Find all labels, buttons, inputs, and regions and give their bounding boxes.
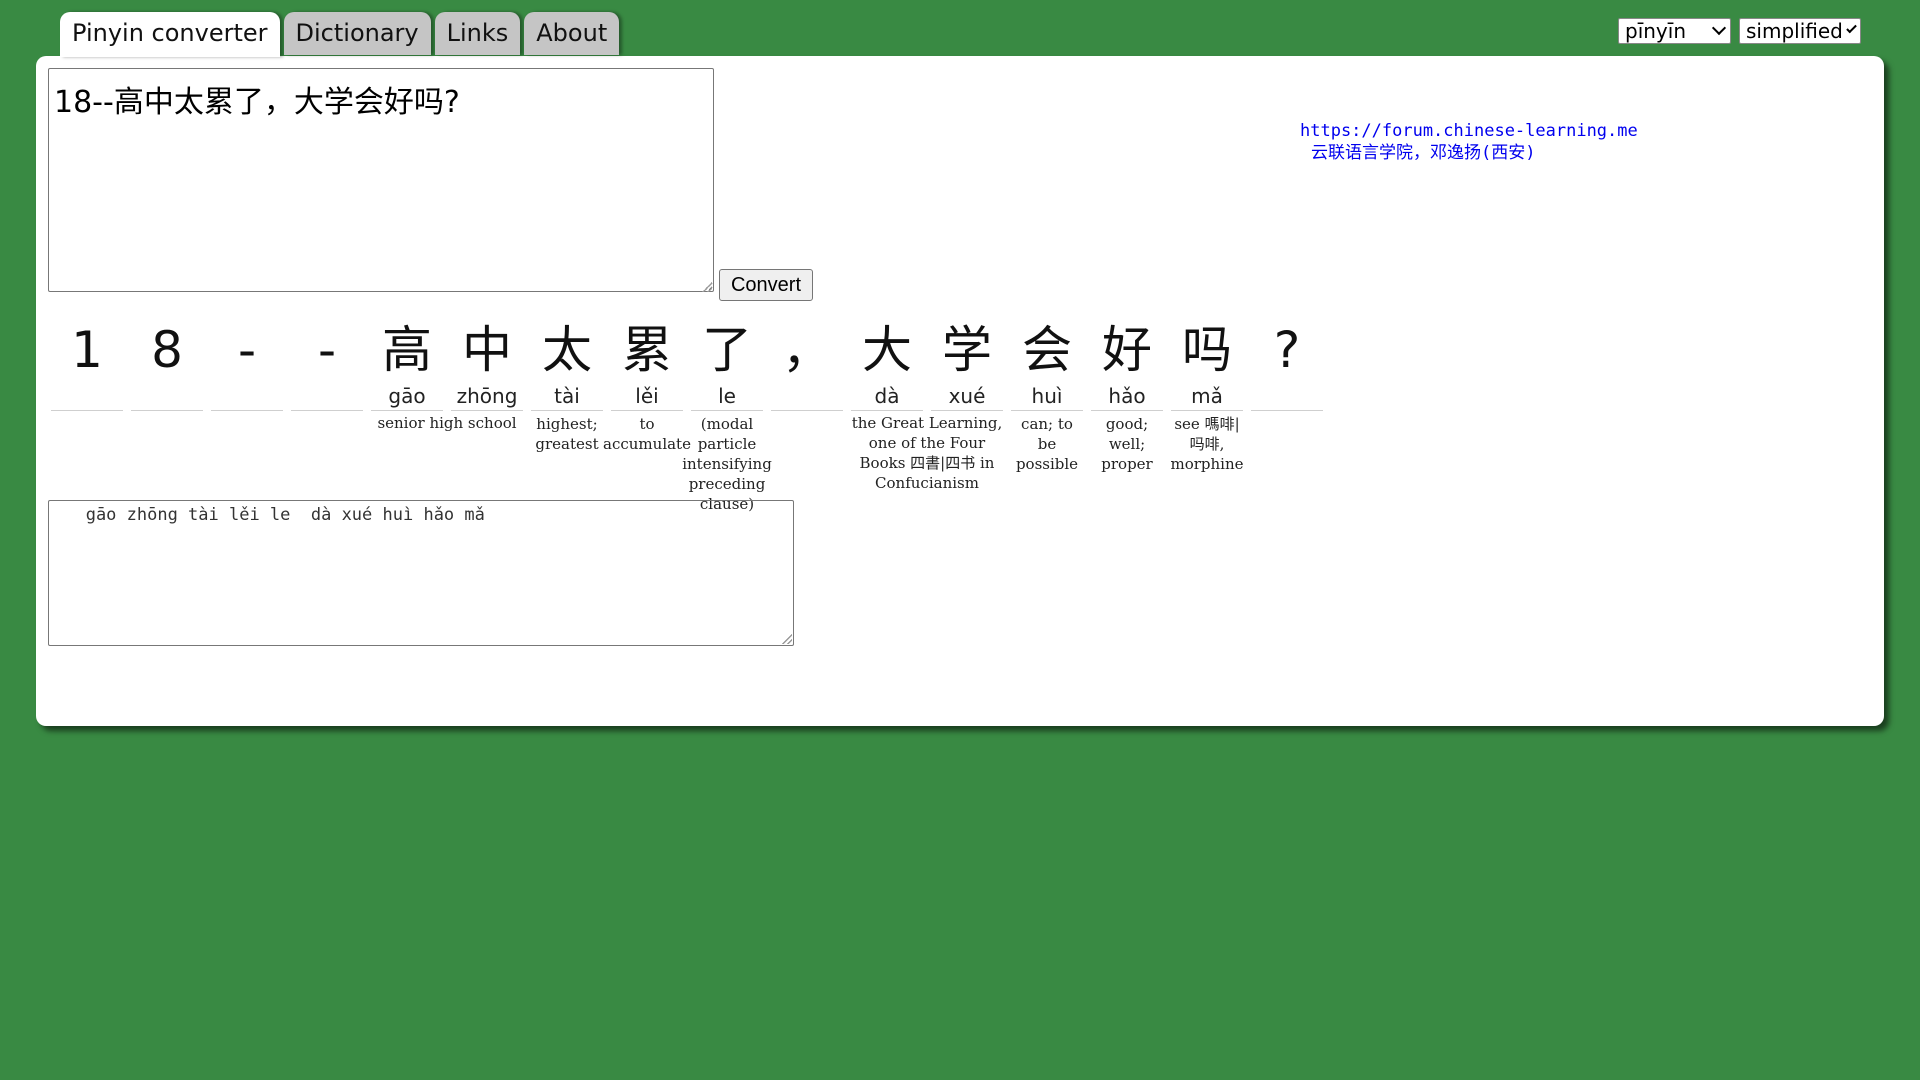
script-select-value: simplified xyxy=(1746,19,1843,43)
char-pinyin: hǎo xyxy=(1108,384,1146,408)
chinese-text-input[interactable]: 18--高中太累了，大学会好吗? xyxy=(48,68,714,292)
char-divider xyxy=(851,410,923,411)
char-hanzi: 大 xyxy=(862,321,912,379)
chevron-down-icon xyxy=(1711,20,1727,36)
char-pinyin: mǎ xyxy=(1191,384,1223,408)
page: Pinyin converter Dictionary Links About … xyxy=(0,0,1920,1080)
char-pinyin: xué xyxy=(948,384,986,408)
char-hanzi: 8 xyxy=(151,321,183,379)
char-pinyin: lěi xyxy=(635,384,659,408)
char-cell[interactable]: 高 gāo senior high school xyxy=(371,318,517,514)
tab-dictionary[interactable]: Dictionary xyxy=(283,12,431,55)
char-hanzi: 中 xyxy=(462,321,512,379)
char-cell: ? xyxy=(1251,318,1323,514)
char-cell[interactable]: 会 huì can; to be possible xyxy=(1011,318,1083,514)
char-pinyin: gāo xyxy=(388,384,426,408)
char-divider xyxy=(51,410,123,411)
char-cell[interactable]: 了 le (modal particle intensifying preced… xyxy=(682,318,772,514)
char-hanzi: 吗 xyxy=(1182,321,1232,379)
char-pinyin: zhōng xyxy=(456,384,518,408)
char-pinyin: huì xyxy=(1031,384,1063,408)
char-cell[interactable]: 吗 mǎ see 嗎啡|吗啡, morphine xyxy=(1170,318,1244,514)
char-hanzi: - xyxy=(237,321,257,379)
char-cell: 8 xyxy=(131,318,203,514)
tab-pinyin-converter[interactable]: Pinyin converter xyxy=(60,12,280,57)
forum-link[interactable]: https://forum.chinese-learning.me xyxy=(1300,121,1638,141)
char-divider xyxy=(611,410,683,411)
converter-panel: 18--高中太累了，大学会好吗? Convert https://forum.c… xyxy=(36,56,1884,726)
char-divider xyxy=(771,410,843,411)
char-divider xyxy=(1091,410,1163,411)
char-hanzi: 了 xyxy=(702,321,752,379)
char-cell[interactable]: 好 hǎo good; well; proper xyxy=(1091,318,1163,514)
char-hanzi: - xyxy=(317,321,337,379)
char-divider xyxy=(931,410,1003,411)
resize-grip-icon[interactable] xyxy=(702,282,712,292)
tab-about[interactable]: About xyxy=(524,12,620,55)
display-options: pīnyīn simplified xyxy=(1618,18,1861,44)
char-cell: ， xyxy=(771,318,843,514)
char-cell: 1 xyxy=(51,318,123,514)
character-grid: 1 8 - - 高 gāo senior high school 中 zhōng… xyxy=(51,318,1323,514)
char-hanzi: 学 xyxy=(942,321,992,379)
definition-ma: see 嗎啡|吗啡, morphine xyxy=(1170,415,1244,473)
credit-block: https://forum.chinese-learning.me 云联语言学院… xyxy=(1300,120,1638,164)
definition-daxue: the Great Learning, one of the Four Book… xyxy=(851,414,1003,492)
definition-hui: can; to be possible xyxy=(1015,415,1079,473)
char-hanzi: ， xyxy=(782,321,832,379)
char-cell[interactable]: 大 dà the Great Learning, one of the Four… xyxy=(851,318,1002,514)
char-hanzi: 会 xyxy=(1022,321,1072,379)
char-cell[interactable]: 累 lěi to accumulate xyxy=(603,318,691,514)
char-divider xyxy=(211,410,283,411)
credit-text: 云联语言学院，邓逸扬(西安) xyxy=(1311,143,1536,163)
char-cell[interactable]: 太 tài highest; greatest xyxy=(531,318,603,514)
char-hanzi: 太 xyxy=(542,321,592,379)
convert-button[interactable]: Convert xyxy=(719,269,813,301)
pinyin-output[interactable]: gāo zhōng tài lěi le dà xué huì hǎo mǎ xyxy=(48,500,794,646)
char-divider xyxy=(1011,410,1083,411)
char-divider xyxy=(291,410,363,411)
definition-gaozhong: senior high school xyxy=(377,414,517,432)
char-pinyin: le xyxy=(718,384,736,408)
char-cell: - xyxy=(291,318,363,514)
char-hanzi: 1 xyxy=(71,321,103,379)
romanization-select[interactable]: pīnyīn xyxy=(1618,18,1731,44)
char-hanzi: 累 xyxy=(622,321,672,379)
char-divider xyxy=(1251,410,1323,411)
resize-grip-icon[interactable] xyxy=(782,634,792,644)
char-hanzi: 好 xyxy=(1102,321,1152,379)
char-cell: - xyxy=(211,318,283,514)
definition-tai: highest; greatest xyxy=(535,415,599,453)
char-hanzi: ? xyxy=(1273,321,1301,379)
definition-lei: to accumulate xyxy=(603,415,691,453)
definition-le: (modal particle intensifying preceding c… xyxy=(682,415,772,513)
char-divider xyxy=(131,410,203,411)
char-hanzi: 高 xyxy=(382,321,432,379)
char-pinyin: tài xyxy=(554,384,580,408)
romanization-select-value: pīnyīn xyxy=(1625,19,1686,43)
char-divider xyxy=(1171,410,1243,411)
script-select[interactable]: simplified xyxy=(1739,18,1861,44)
char-divider xyxy=(451,410,523,411)
chevron-down-icon xyxy=(1846,22,1857,34)
tab-bar: Pinyin converter Dictionary Links About xyxy=(60,12,620,57)
tab-links[interactable]: Links xyxy=(434,12,521,55)
char-divider xyxy=(691,410,763,411)
char-divider xyxy=(371,410,443,411)
definition-hao: good; well; proper xyxy=(1101,415,1153,473)
char-pinyin: dà xyxy=(874,384,900,408)
char-divider xyxy=(531,410,603,411)
